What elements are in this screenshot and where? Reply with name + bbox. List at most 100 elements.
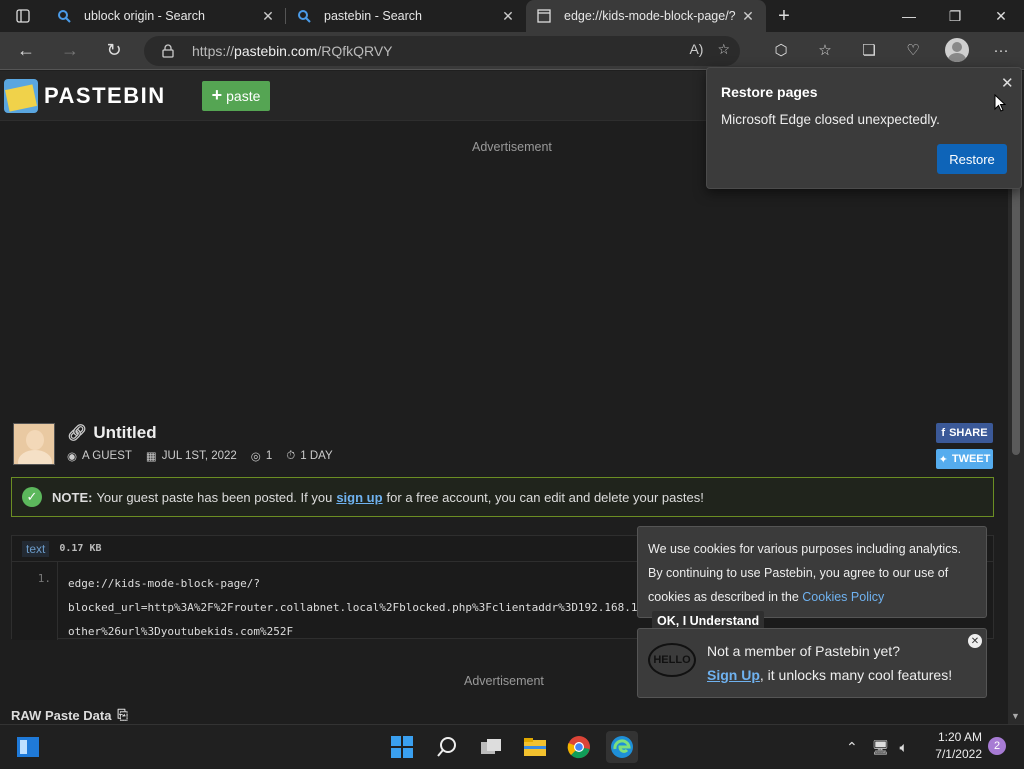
- chevron-up-icon[interactable]: ⌃: [846, 739, 858, 756]
- taskbar: ⌃ 🖥︎ 🔈︎ 1:20 AM 7/1/2022 2: [0, 724, 1024, 768]
- settings-more-icon[interactable]: ···: [986, 35, 1016, 65]
- link-icon: 🔗︎: [67, 425, 88, 442]
- twitter-tweet-button[interactable]: ✦ TWEET: [936, 449, 993, 469]
- advertisement-label-top: Advertisement: [472, 140, 552, 154]
- cookies-policy-link[interactable]: Cookies Policy: [802, 590, 884, 604]
- timer-icon: ⏱︎: [286, 449, 296, 462]
- clock-date: 7/1/2022: [935, 747, 982, 761]
- restore-message: Microsoft Edge closed unexpectedly.: [721, 112, 940, 127]
- file-explorer-icon[interactable]: [519, 731, 551, 763]
- paste-size: 0.17 KB: [59, 543, 102, 554]
- url-scheme: https://: [192, 43, 235, 59]
- collections-icon[interactable]: ❏: [854, 35, 884, 65]
- avatar: [945, 38, 969, 62]
- close-tab-icon[interactable]: ✕: [500, 8, 516, 24]
- member-line2: Sign Up, it unlocks many cool features!: [707, 667, 952, 683]
- restore-button[interactable]: Restore: [937, 144, 1007, 174]
- notice-text-after: for a free account, you can edit and del…: [386, 489, 704, 505]
- new-tab-button[interactable]: +: [766, 0, 802, 32]
- code-line: edge://kids-mode-block-page/?: [68, 577, 261, 590]
- address-actions: A) ☆: [689, 41, 730, 58]
- close-tab-icon[interactable]: ✕: [260, 8, 276, 24]
- tweet-label: TWEET: [951, 453, 991, 465]
- member-sign-up-link[interactable]: Sign Up: [707, 667, 760, 683]
- navigation-bar: ← → ↻ https://pastebin.com/RQfkQRVY A) ☆…: [0, 32, 1024, 70]
- member-line1: Not a member of Pastebin yet?: [707, 643, 900, 659]
- paste-expire: 1 DAY: [300, 450, 333, 462]
- restore-window-button[interactable]: ❐: [932, 0, 978, 32]
- favorites-icon[interactable]: ☆: [810, 35, 840, 65]
- guest-avatar: [13, 423, 55, 465]
- facebook-icon: f: [941, 427, 946, 439]
- search-icon: [296, 8, 312, 24]
- tab-label: pastebin - Search: [324, 9, 422, 23]
- paste-meta: ◉ A GUEST ▦ JUL 1ST, 2022 ◎ 1 ⏱︎ 1 DAY: [67, 449, 341, 464]
- performance-icon[interactable]: ♡: [898, 35, 928, 65]
- lock-icon: [162, 44, 178, 58]
- profile-button[interactable]: [942, 35, 972, 65]
- paste-views: 1: [265, 450, 273, 462]
- eye-icon: ◎: [250, 451, 261, 463]
- close-window-button[interactable]: ✕: [978, 0, 1024, 32]
- window-controls: — ❐ ✕: [886, 0, 1024, 32]
- tab-kids-mode-block[interactable]: edge://kids-mode-block-page/? ✕: [526, 0, 766, 32]
- mouse-cursor: [994, 94, 1006, 112]
- cookie-banner: We use cookies for various purposes incl…: [637, 526, 987, 631]
- network-icon[interactable]: 🖥︎: [872, 739, 890, 756]
- restore-title: Restore pages: [721, 84, 818, 100]
- address-bar[interactable]: https://pastebin.com/RQfkQRVY A) ☆: [144, 36, 740, 66]
- start-button[interactable]: [386, 731, 418, 763]
- back-button[interactable]: ←: [8, 35, 44, 67]
- user-icon: ◉: [67, 451, 78, 463]
- close-icon[interactable]: ✕: [968, 634, 982, 648]
- copy-icon[interactable]: ⎘: [117, 707, 127, 723]
- site-logo-text[interactable]: PASTEBIN: [44, 83, 166, 109]
- add-favorite-icon[interactable]: ☆: [717, 41, 730, 58]
- task-view-icon[interactable]: [475, 731, 507, 763]
- chrome-icon[interactable]: [563, 731, 595, 763]
- paste-button-label: paste: [226, 87, 261, 104]
- read-aloud-icon[interactable]: A): [689, 41, 703, 58]
- restore-pages-popup: Restore pages Microsoft Edge closed unex…: [706, 67, 1022, 189]
- tab-pastebin-search[interactable]: pastebin - Search ✕: [286, 0, 526, 32]
- refresh-icon: ↻: [106, 40, 122, 60]
- forward-arrow-icon: →: [61, 40, 79, 60]
- scroll-down-icon[interactable]: ▼: [1011, 711, 1020, 721]
- sign-up-link[interactable]: sign up: [336, 490, 382, 505]
- advertisement-label-bottom: Advertisement: [464, 674, 544, 688]
- paste-title-row: 🔗︎ Untitled: [67, 423, 157, 443]
- syntax-language-link[interactable]: text: [22, 540, 50, 557]
- raw-paste-title: RAW Paste Data ⎘: [11, 707, 128, 723]
- tab-strip: ublock origin - Search ✕ pastebin - Sear…: [0, 0, 1024, 32]
- plus-icon: +: [778, 4, 790, 27]
- tab-actions-button[interactable]: [0, 0, 46, 32]
- paste-header: 🔗︎ Untitled ◉ A GUEST ▦ JUL 1ST, 2022 ◎ 1 ⏱…: [13, 423, 993, 469]
- facebook-share-button[interactable]: f SHARE: [936, 423, 993, 443]
- edge-taskbar-icon[interactable]: [606, 731, 638, 763]
- task-view-widget-icon[interactable]: [12, 731, 44, 763]
- close-icon[interactable]: ✕: [1001, 74, 1014, 92]
- pastebin-logo-icon[interactable]: [4, 78, 38, 113]
- code-line: other%26url%3Dyoutubekids.com%252F: [68, 625, 294, 638]
- clock-time: 1:20 AM: [937, 730, 982, 744]
- refresh-button[interactable]: ↻: [96, 35, 132, 67]
- tab-label: edge://kids-mode-block-page/?: [564, 9, 736, 23]
- taskbar-clock[interactable]: 1:20 AM 7/1/2022: [928, 729, 982, 763]
- minimize-button[interactable]: —: [886, 0, 932, 32]
- extensions-icon[interactable]: ⬡: [766, 35, 796, 65]
- search-taskbar-icon[interactable]: [431, 731, 463, 763]
- share-label: SHARE: [949, 427, 988, 439]
- hello-bubble-icon: HELLO: [648, 643, 696, 677]
- forward-button[interactable]: →: [52, 35, 88, 67]
- close-tab-icon[interactable]: ✕: [740, 8, 756, 24]
- member-signup-popup: HELLO Not a member of Pastebin yet? Sign…: [637, 628, 987, 698]
- tab-ublock-search[interactable]: ublock origin - Search ✕: [46, 0, 286, 32]
- notification-badge[interactable]: 2: [988, 737, 1006, 755]
- tab-actions-icon: [16, 9, 30, 23]
- line-number: 1.: [12, 562, 58, 640]
- raw-paste-label: RAW Paste Data: [11, 707, 112, 723]
- new-paste-button[interactable]: + paste: [201, 80, 271, 111]
- code-line: blocked_url=http%3A%2F%2Frouter.collabne…: [68, 601, 638, 614]
- tray-icons: ⌃ 🖥︎ 🔈︎: [846, 725, 908, 769]
- volume-icon[interactable]: 🔈︎: [900, 739, 908, 756]
